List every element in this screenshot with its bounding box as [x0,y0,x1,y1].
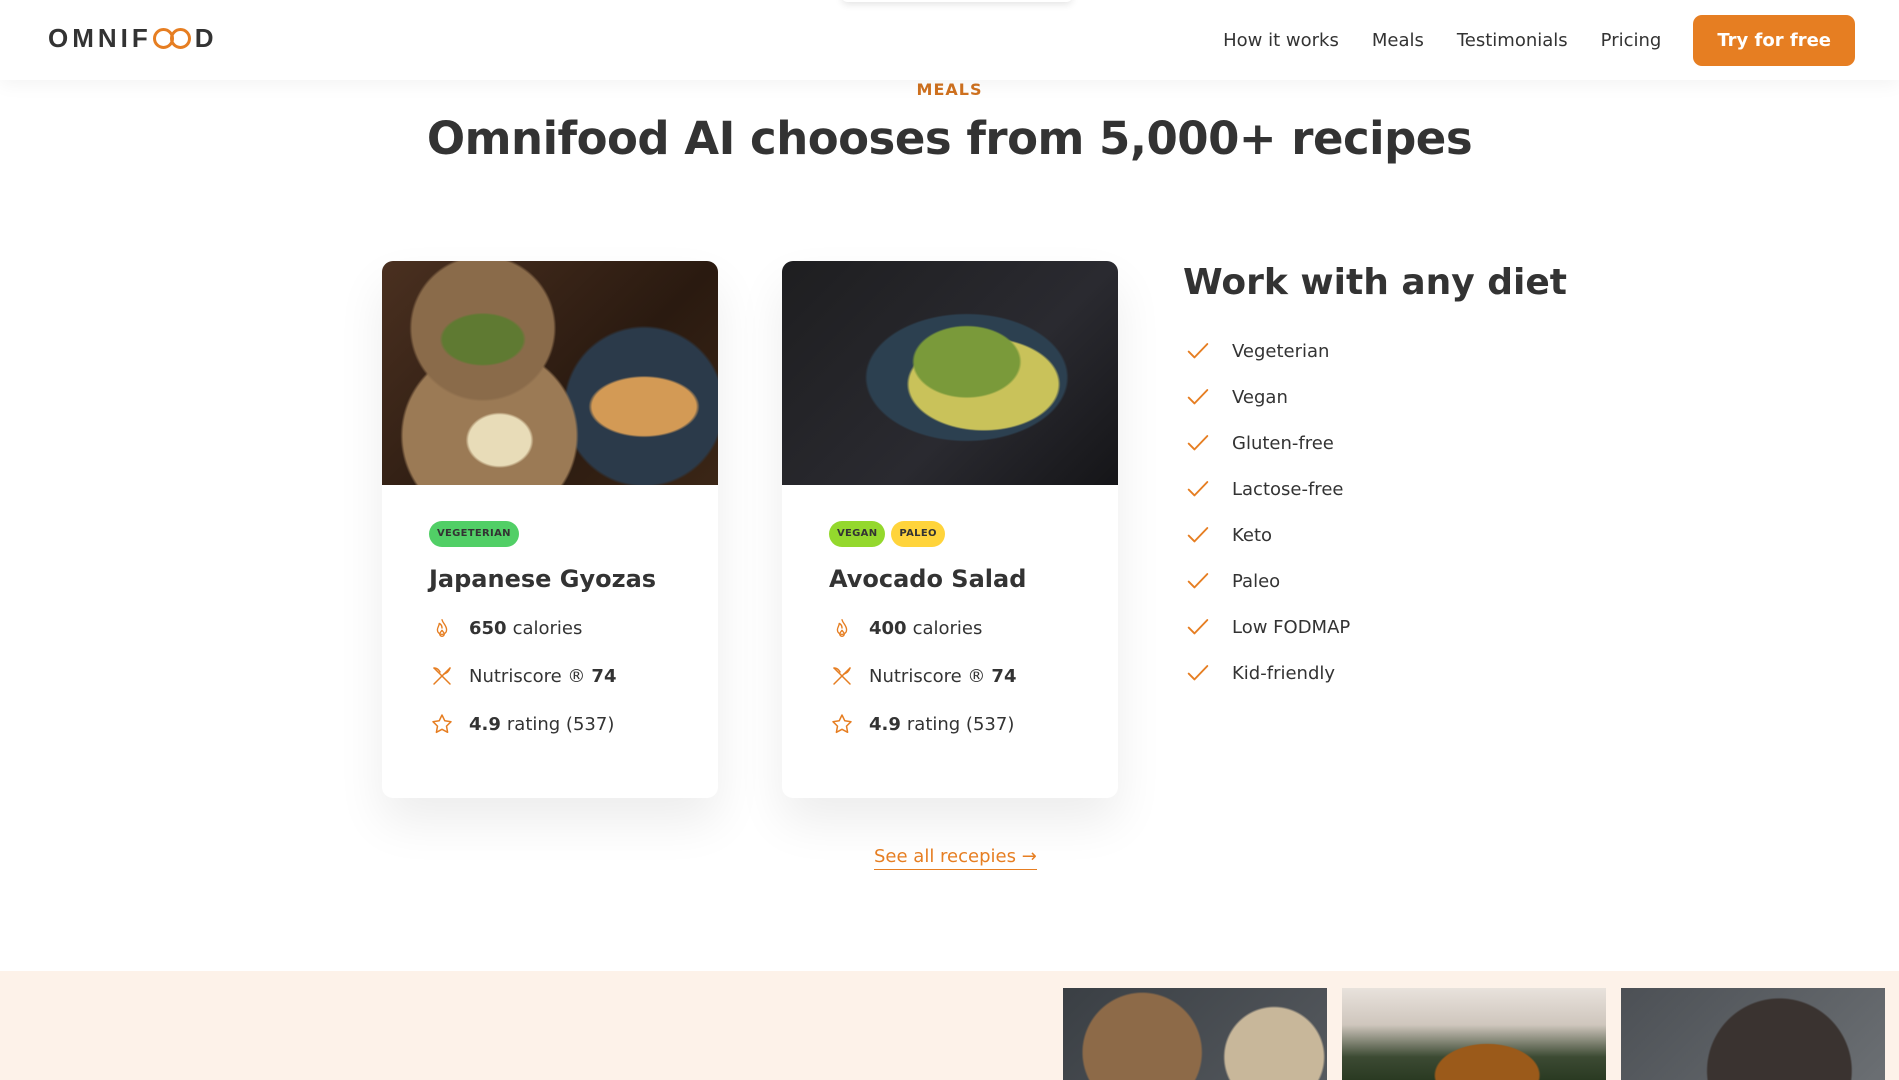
tag-vegetarian: VEGETERIAN [429,521,519,547]
nutriscore-label: Nutriscore ® [469,665,586,687]
star-icon [829,711,855,737]
gallery-section [0,971,1899,1080]
top-overlay-pill [842,0,1072,2]
gallery-image-2 [1342,988,1606,1080]
meal-nutriscore: Nutriscore ® 74 [829,663,1071,689]
diet-item-label: Gluten-free [1232,432,1334,454]
diet-item-label: Kid-friendly [1232,662,1336,684]
rating-value: 4.9 [869,713,901,735]
logo-text-end: D [194,22,218,53]
calories-value: 650 [469,617,507,639]
calories-label: calories [912,617,983,639]
nav-how-it-works[interactable]: How it works [1223,30,1339,51]
section-subheading: MEALS [916,80,983,99]
utensils-icon [429,663,455,689]
meal-rating: 4.9 rating (537) [829,711,1071,737]
checkmark-icon [1187,665,1209,681]
checkmark-icon [1187,619,1209,635]
meal-tags: VEGETERIAN [429,521,671,547]
nav-testimonials[interactable]: Testimonials [1457,30,1568,51]
meal-title: Japanese Gyozas [429,565,657,593]
rating-label: rating (537) [906,713,1015,735]
try-for-free-button[interactable]: Try for free [1693,15,1855,66]
meal-image-gyozas [382,261,718,485]
gallery-image-3 [1621,988,1885,1080]
utensils-icon [829,663,855,689]
diet-item: Vegeterian [1184,336,1350,366]
meal-card-gyozas: VEGETERIAN Japanese Gyozas 650 calories … [382,261,718,798]
diet-item: Low FODMAP [1184,612,1350,642]
meal-calories: 650 calories [429,615,671,641]
diet-item: Paleo [1184,566,1350,596]
checkmark-icon [1187,389,1209,405]
calories-value: 400 [869,617,907,639]
flame-icon [829,615,855,641]
flame-icon [429,615,455,641]
main-nav: How it works Meals Testimonials Pricing … [1190,15,1855,66]
checkmark-icon [1187,435,1209,451]
diet-item-label: Low FODMAP [1232,616,1351,638]
nav-pricing[interactable]: Pricing [1601,30,1662,51]
gallery-image-1 [1063,988,1327,1080]
diet-item: Lactose-free [1184,474,1350,504]
tag-paleo: PALEO [891,521,945,547]
meal-card-avocado-salad: VEGAN PALEO Avocado Salad 400 calories N… [782,261,1118,798]
diet-item-label: Lactose-free [1232,478,1344,500]
diet-item-label: Paleo [1232,570,1281,592]
meal-tags: VEGAN PALEO [829,521,1071,547]
star-icon [429,711,455,737]
logo-text-start: OMNIF [48,22,152,53]
meal-rating: 4.9 rating (537) [429,711,671,737]
rating-label: rating (537) [506,713,615,735]
nutriscore-value: 74 [991,665,1017,687]
meal-calories: 400 calories [829,615,1071,641]
meal-nutriscore: Nutriscore ® 74 [429,663,671,689]
diet-item-label: Vegan [1232,386,1288,408]
see-all-recipes-link[interactable]: See all recepies → [874,846,1037,870]
diet-list-title: Work with any diet [1183,262,1568,303]
logo[interactable]: OMNIF D [48,22,218,53]
diet-item-label: Vegeterian [1232,340,1330,362]
nutriscore-label: Nutriscore ® [869,665,986,687]
section-heading: Omnifood AI chooses from 5,000+ recipes [426,112,1473,165]
diet-item: Keto [1184,520,1350,550]
diet-item: Vegan [1184,382,1350,412]
meal-title: Avocado Salad [829,565,1027,593]
logo-oo-icon [152,27,194,49]
tag-vegan: VEGAN [829,521,886,547]
rating-value: 4.9 [469,713,501,735]
calories-label: calories [512,617,583,639]
diet-item-label: Keto [1232,524,1273,546]
diet-list: Vegeterian Vegan Gluten-free Lactose-fre… [1184,336,1350,704]
checkmark-icon [1187,527,1209,543]
nav-meals[interactable]: Meals [1372,30,1424,51]
site-header: OMNIF D How it works Meals Testimonials P… [0,0,1899,80]
checkmark-icon [1187,343,1209,359]
checkmark-icon [1187,481,1209,497]
diet-item: Gluten-free [1184,428,1350,458]
nutriscore-value: 74 [591,665,617,687]
meal-image-avocado-salad [782,261,1118,485]
diet-item: Kid-friendly [1184,658,1350,688]
checkmark-icon [1187,573,1209,589]
